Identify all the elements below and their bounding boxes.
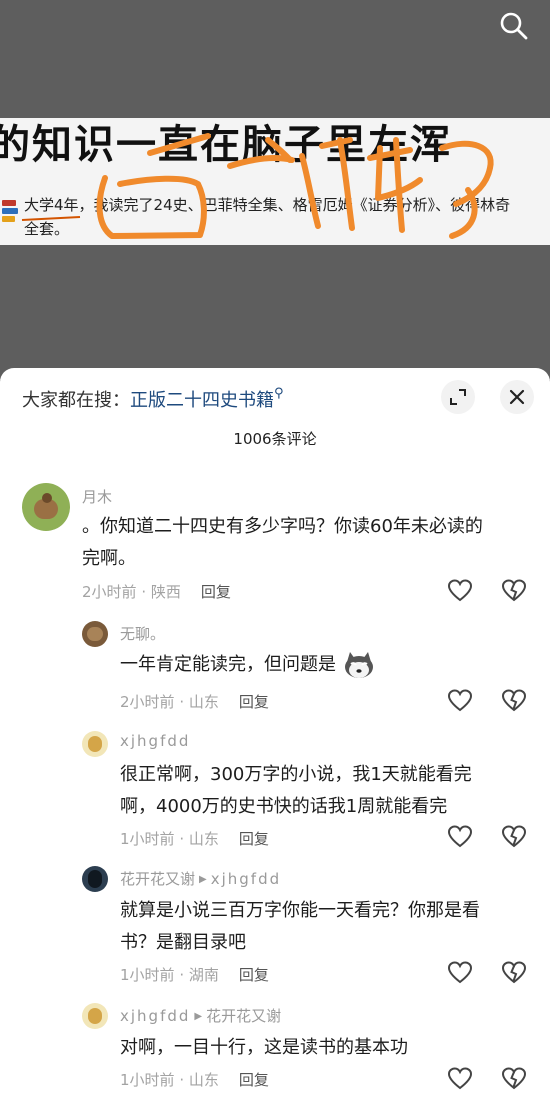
comment-text: 。你知道二十四史有多少字吗？你读60年未必读的 完啊。	[82, 511, 532, 575]
comment-text-line: 完啊。	[82, 548, 136, 569]
search-icon	[500, 12, 528, 40]
comment-meta: 1小时前 · 山东 回复	[120, 828, 269, 849]
comment-text-line: 啊，4000万的史书快的话我1周就能看完	[120, 796, 448, 817]
comment-text-line: 。你知道二十四史有多少字吗？你读60年未必读的	[82, 516, 483, 537]
close-button[interactable]	[500, 380, 534, 414]
dislike-icon[interactable]	[501, 578, 527, 604]
handwriting-annotation	[21, 133, 494, 239]
video-frame: 的知识一直在脑子里左浑 大学4年，我读完了24史、巴菲特全集、格雷厄姆《证券分析…	[0, 118, 550, 245]
close-icon	[509, 389, 525, 405]
reply-button[interactable]: 回复	[239, 693, 269, 711]
small-search-icon: ⚲	[274, 386, 284, 401]
avatar[interactable]	[22, 483, 70, 531]
search-suggestion-link[interactable]: 正版二十四史书籍	[130, 390, 274, 411]
comment-location: 山东	[188, 693, 219, 711]
like-icon[interactable]	[447, 578, 473, 604]
comment-location: 山东	[188, 1071, 219, 1089]
dislike-icon[interactable]	[501, 960, 527, 986]
comment-location: 陕西	[150, 583, 181, 601]
comment-author[interactable]: xjhgfdd	[120, 732, 190, 750]
comment-author[interactable]: 月木	[82, 486, 112, 507]
comment-text-line: 对啊，一目十行，这是读书的基本功	[120, 1037, 408, 1058]
comment-meta: 2小时前 · 山东 回复	[120, 691, 269, 712]
reply-arrow-icon: ▶	[199, 874, 207, 885]
comment-time: 2小时前	[82, 583, 137, 601]
comment-author[interactable]: 无聊。	[120, 623, 165, 644]
comment-meta: 2小时前 · 陕西 回复	[82, 581, 231, 602]
comment-time: 2小时前	[120, 693, 175, 711]
comment-author-name: 花开花又谢	[120, 870, 196, 888]
meta-separator: ·	[179, 966, 185, 984]
avatar[interactable]	[82, 1003, 108, 1029]
comment-author[interactable]: 花开花又谢 ▶ xjhgfdd	[120, 868, 281, 889]
reply-to-name[interactable]: xjhgfdd	[211, 870, 281, 888]
husky-emoji-icon	[344, 652, 373, 678]
search-suggestion-prefix: 大家都在搜：	[22, 390, 130, 411]
meta-separator: ·	[141, 583, 147, 601]
search-button[interactable]	[496, 8, 532, 44]
meta-separator: ·	[179, 830, 185, 848]
like-icon[interactable]	[447, 1066, 473, 1092]
dislike-icon[interactable]	[501, 824, 527, 850]
comment-time: 1小时前	[120, 830, 175, 848]
like-icon[interactable]	[447, 960, 473, 986]
expand-button[interactable]	[441, 380, 475, 414]
expand-icon	[450, 389, 466, 405]
comment-text: 对啊，一目十行，这是读书的基本功	[120, 1032, 530, 1064]
comment-text: 就算是小说三百万字你能一天看完？你那是看 书？是翻目录吧	[120, 895, 530, 959]
reply-button[interactable]: 回复	[239, 830, 269, 848]
avatar[interactable]	[82, 731, 108, 757]
comment-meta: 1小时前 · 山东 回复	[120, 1069, 269, 1090]
comment-location: 湖南	[188, 966, 219, 984]
comment-time: 1小时前	[120, 966, 175, 984]
comment-text-line: 书？是翻目录吧	[120, 932, 246, 953]
avatar[interactable]	[82, 621, 108, 647]
comment-screen: 的知识一直在脑子里左浑 大学4年，我读完了24史、巴菲特全集、格雷厄姆《证券分析…	[0, 0, 550, 1095]
dislike-icon[interactable]	[501, 688, 527, 714]
avatar[interactable]	[82, 866, 108, 892]
like-icon[interactable]	[447, 824, 473, 850]
reply-button[interactable]: 回复	[239, 1071, 269, 1089]
comment-text: 很正常啊，300万字的小说，我1天就能看完 啊，4000万的史书快的话我1周就能…	[120, 759, 530, 823]
comment-meta: 1小时前 · 湖南 回复	[120, 964, 269, 985]
comment-author[interactable]: xjhgfdd ▶ 花开花又谢	[120, 1005, 281, 1026]
search-suggestion[interactable]: 大家都在搜：正版二十四史书籍⚲	[22, 386, 284, 412]
comment-location: 山东	[188, 830, 219, 848]
reply-arrow-icon: ▶	[194, 1011, 203, 1022]
like-icon[interactable]	[447, 688, 473, 714]
reply-button[interactable]: 回复	[201, 583, 231, 601]
reply-button[interactable]: 回复	[239, 966, 269, 984]
dislike-icon[interactable]	[501, 1066, 527, 1092]
comment-text-line: 很正常啊，300万字的小说，我1天就能看完	[120, 764, 472, 785]
comment-text-line: 一年肯定能读完，但问题是	[120, 654, 336, 675]
comments-sheet: 大家都在搜：正版二十四史书籍⚲ 1006条评论 月木 。你知道二十四史有多少字吗…	[0, 368, 550, 1095]
comment-count: 1006条评论	[233, 430, 317, 448]
comment-author-name: xjhgfdd	[120, 1007, 191, 1025]
comment-text-line: 就算是小说三百万字你能一天看完？你那是看	[120, 900, 480, 921]
meta-separator: ·	[179, 1071, 185, 1089]
comment-time: 1小时前	[120, 1071, 175, 1089]
meta-separator: ·	[179, 693, 185, 711]
reply-to-name[interactable]: 花开花又谢	[206, 1007, 281, 1025]
comment-text: 一年肯定能读完，但问题是	[120, 649, 530, 681]
